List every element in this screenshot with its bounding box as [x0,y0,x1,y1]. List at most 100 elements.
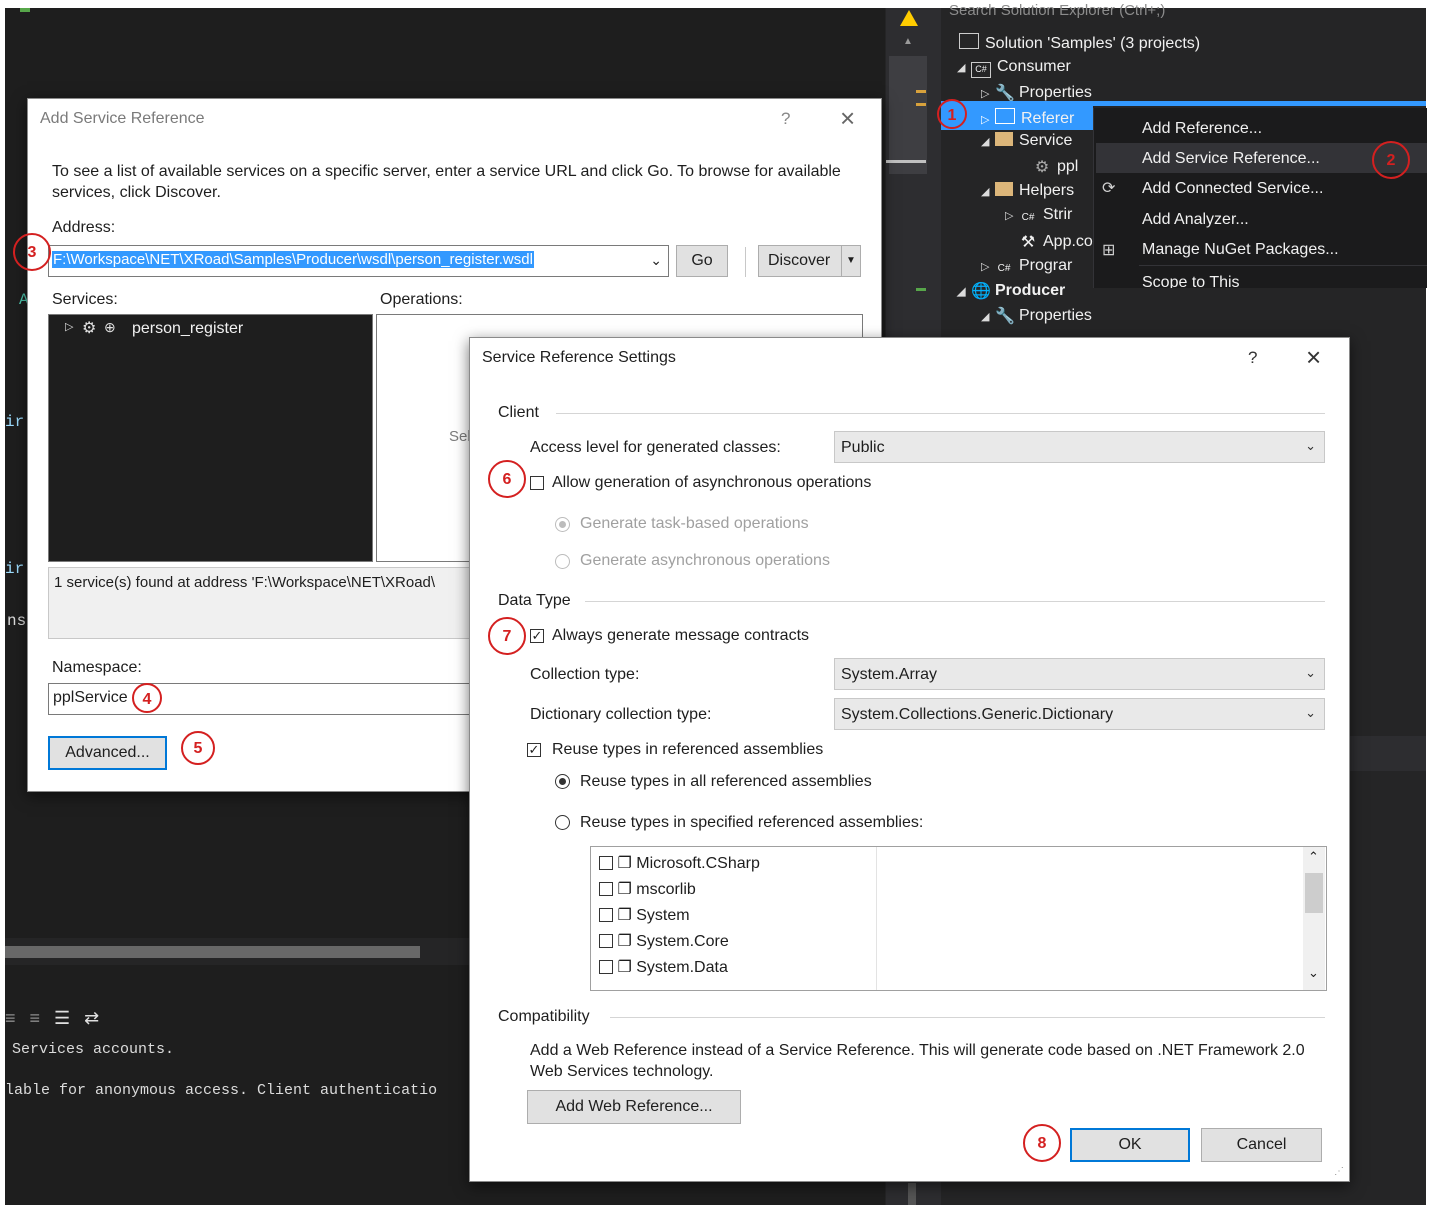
solution-icon [959,33,979,49]
list-item[interactable]: ❐ System [599,905,690,925]
expanded-icon[interactable]: ◢ [957,61,971,74]
scroll-thumb[interactable] [889,56,927,174]
discover-button[interactable]: Discover ▼ [758,245,861,277]
expanded-icon[interactable]: ◢ [981,185,995,198]
close-icon[interactable]: × [1306,342,1321,373]
tree-item-producer[interactable]: ◢ 🌐 Producer [957,281,1065,300]
word-wrap-icon[interactable]: ☰ [54,1008,70,1029]
advanced-button[interactable]: Advanced... [48,736,167,770]
scroll-down-icon[interactable]: ⌄ [1308,965,1319,981]
tree-item-appconfig[interactable]: ⚒ App.co [1005,232,1093,251]
scroll-up-icon[interactable]: ⌃ [1308,849,1319,865]
services-tree[interactable]: ▷ ⚙ ⊕ person_register [48,314,373,562]
output-line: Services accounts. [12,1041,175,1058]
collapsed-icon[interactable]: ▷ [65,320,73,333]
client-group-label: Client [498,404,539,421]
scroll-up-icon[interactable]: ▲ [903,36,913,47]
assembly-checkbox[interactable] [599,908,613,922]
tree-item-label: Properties [1019,84,1092,101]
collection-type-select[interactable]: System.Array ⌄ [834,658,1325,690]
expanded-icon[interactable]: ◢ [957,285,971,298]
assembly-label: System.Core [636,933,729,950]
task-based-radio[interactable] [555,517,570,532]
toggle-wrap-icon[interactable]: ⇄ [84,1008,99,1029]
scroll-thumb[interactable] [1305,873,1323,913]
collapsed-icon[interactable]: ▷ [981,113,995,126]
assembly-checkbox[interactable] [599,882,613,896]
solution-search-input[interactable]: Search Solution Explorer (Ctrl+;) [949,2,1165,19]
menu-item-manage-nuget[interactable]: Manage NuGet Packages... [1142,241,1339,259]
menu-item-add-analyzer[interactable]: Add Analyzer... [1142,211,1249,229]
status-text: 1 service(s) found at address 'F:\Worksp… [54,574,436,591]
toolbar-icon[interactable]: ≡ [30,1008,41,1029]
references-icon [995,108,1015,124]
scroll-thumb-bottom[interactable] [908,1183,916,1205]
collection-type-value: System.Array [841,666,938,683]
collapsed-icon[interactable]: ▷ [981,260,995,273]
reuse-specified-radio[interactable] [555,815,570,830]
assembly-checkbox[interactable] [599,856,613,870]
expanded-icon[interactable]: ◢ [981,310,995,323]
collapsed-icon[interactable]: ▷ [1005,209,1019,222]
reuse-all-label: Reuse types in all referenced assemblies [580,773,872,790]
step-marker-7: 7 [488,617,526,655]
allow-async-checkbox[interactable] [530,476,544,490]
tree-item-service[interactable]: ◢ Service [981,132,1072,150]
chevron-down-icon: ⌄ [1305,705,1316,720]
toolbar-icon[interactable]: ≡ [5,1008,16,1029]
step-marker-4: 4 [132,683,162,713]
menu-item-add-reference[interactable]: Add Reference... [1142,120,1262,138]
tree-item-label: Service [1019,132,1073,149]
menu-item-scope-to-this[interactable]: Scope to This [1142,274,1240,288]
menu-item-add-service-reference[interactable]: Add Service Reference... [1142,150,1320,168]
tree-item-properties-2[interactable]: ◢ 🔧 Properties [981,306,1092,325]
list-item[interactable]: ❐ mscorlib [599,879,696,899]
tree-item-strings[interactable]: ▷ C# Strir [1005,206,1072,226]
reuse-all-radio[interactable] [555,774,570,789]
assembly-checkbox[interactable] [599,960,613,974]
horizontal-scrollbar[interactable] [5,946,420,958]
help-button[interactable]: ? [1248,348,1257,368]
cancel-button[interactable]: Cancel [1201,1128,1322,1162]
chevron-down-icon[interactable]: ⌄ [650,252,662,269]
assembly-checkbox[interactable] [599,934,613,948]
list-item[interactable]: ❐ System.Data [599,957,728,977]
ok-button[interactable]: OK [1070,1128,1190,1162]
vertical-scrollbar[interactable]: ⌃ ⌄ [1303,847,1325,990]
data-type-group-label: Data Type [498,592,571,609]
list-item[interactable]: ❐ Microsoft.CSharp [599,853,760,873]
warning-icon [900,10,918,26]
reuse-types-checkbox[interactable]: ✓ [527,743,541,757]
assemblies-list[interactable]: ❐ Microsoft.CSharp ❐ mscorlib ❐ System ❐… [590,846,1327,991]
tree-item-consumer[interactable]: ◢ C# Consumer [957,58,1071,78]
tree-item-solution[interactable]: Solution 'Samples' (3 projects) [959,33,1200,53]
assembly-icon: ❐ [617,855,632,872]
message-contracts-checkbox[interactable]: ✓ [530,629,544,643]
address-field[interactable]: F:\Workspace\NET\XRoad\Samples\Producer\… [48,245,669,277]
step-marker-6: 6 [488,460,526,498]
async-ops-radio[interactable] [555,554,570,569]
go-button[interactable]: Go [676,245,728,277]
address-value: F:\Workspace\NET\XRoad\Samples\Producer\… [52,251,534,268]
list-item[interactable]: ❐ System.Core [599,931,729,951]
service-item[interactable]: person_register [132,320,243,338]
namespace-value: pplService [53,689,128,706]
dropdown-arrow-icon[interactable]: ▼ [841,246,860,276]
tree-item-helpers[interactable]: ◢ Helpers [981,182,1074,200]
compatibility-group-label: Compatibility [498,1008,590,1025]
service-icon: ⚙ [1034,159,1050,176]
access-level-select[interactable]: Public ⌄ [834,431,1325,463]
menu-item-add-connected-service[interactable]: Add Connected Service... [1142,180,1323,198]
collapsed-icon[interactable]: ▷ [981,87,995,100]
help-button[interactable]: ? [781,109,790,129]
close-icon[interactable]: × [840,103,855,134]
tree-item-ppl[interactable]: ⚙ ppl [1033,157,1079,176]
dictionary-type-select[interactable]: System.Collections.Generic.Dictionary ⌄ [834,698,1325,730]
resize-grip-icon[interactable]: ⋰ [1334,1166,1344,1177]
dialog-titlebar: Add Service Reference ? × [28,99,881,139]
tree-item-properties[interactable]: ▷ 🔧 Properties [981,83,1092,102]
tree-item-program[interactable]: ▷ C# Prograr [981,257,1072,277]
service-reference-settings-dialog: Service Reference Settings ? × Client Ac… [469,337,1350,1182]
add-web-reference-button[interactable]: Add Web Reference... [527,1090,741,1124]
expanded-icon[interactable]: ◢ [981,135,995,148]
